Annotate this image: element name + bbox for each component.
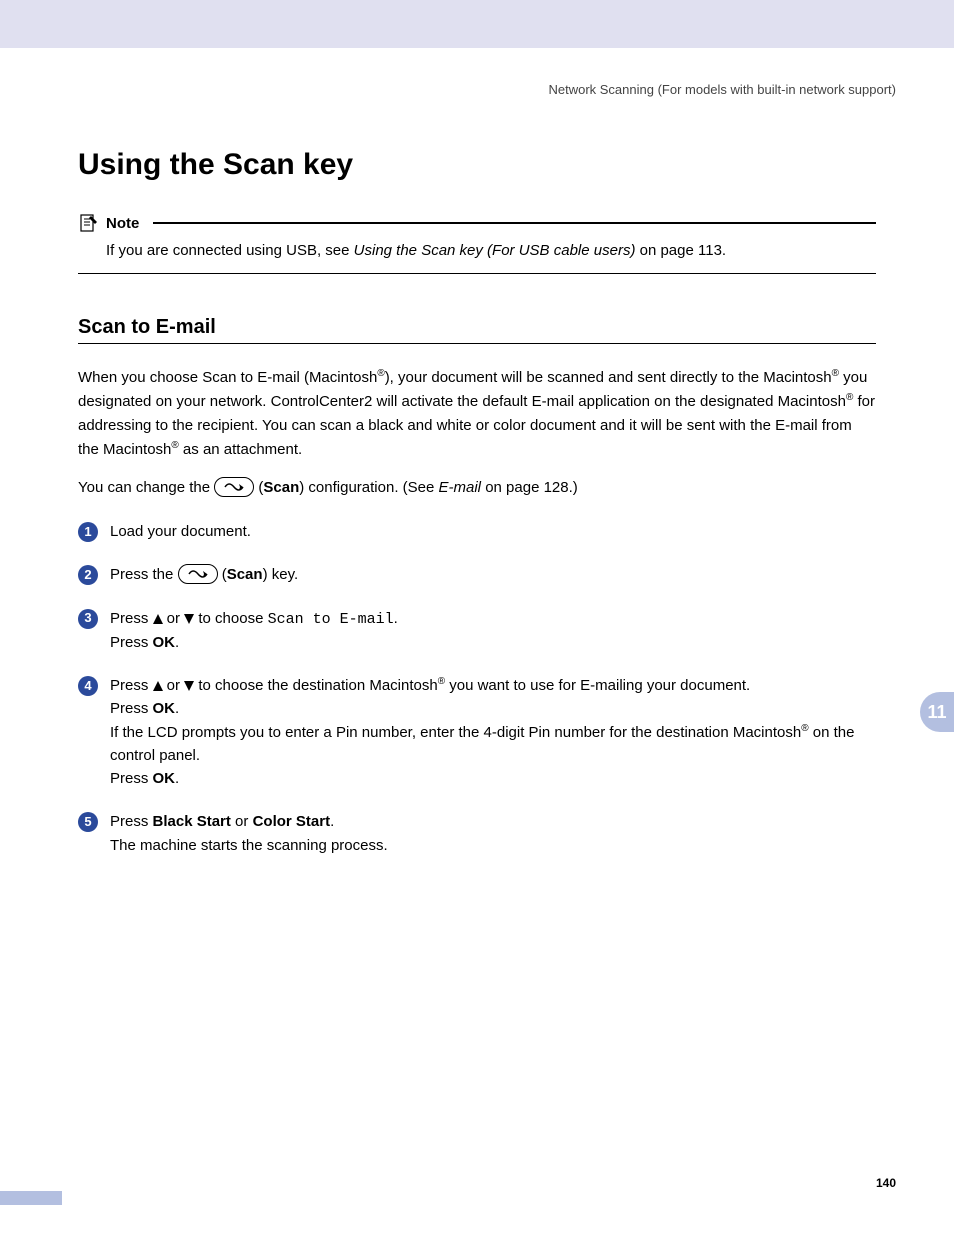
arrow-up-icon <box>153 681 163 691</box>
steps-list: 1 Load your document. 2 Press the (Scan)… <box>78 520 876 857</box>
note-icon <box>78 212 100 234</box>
s4-seg1: Press <box>110 677 153 694</box>
registered-icon: ® <box>377 368 384 379</box>
p1-seg5: as an attachment. <box>179 441 302 458</box>
s4-seg2: or <box>163 677 185 694</box>
step-text: Press or to choose the destination Macin… <box>110 674 876 790</box>
note-text-prefix: If you are connected using USB, see <box>106 242 354 259</box>
scan-key-icon <box>178 564 218 584</box>
s5-line2: The machine starts the scanning process. <box>110 837 388 854</box>
scan-bold: Scan <box>227 566 263 583</box>
s4-line2b: . <box>175 700 179 717</box>
s3-line2a: Press <box>110 634 153 651</box>
arrow-down-icon <box>184 614 194 624</box>
ok-key: OK <box>153 700 176 717</box>
p1-seg1: When you choose Scan to E-mail (Macintos… <box>78 369 377 386</box>
step-number: 4 <box>78 676 98 696</box>
note-link: Using the Scan key (For USB cable users) <box>354 242 636 259</box>
s5-seg3: . <box>330 813 334 830</box>
s3-dot: . <box>394 610 398 627</box>
step-text: Load your document. <box>110 520 876 543</box>
step-number: 5 <box>78 812 98 832</box>
s4-line2a: Press <box>110 700 153 717</box>
email-link: E-mail <box>439 479 482 496</box>
step-text: Press or to choose Scan to E-mail. Press… <box>110 607 876 655</box>
note-text-suffix: on page 113. <box>635 242 726 259</box>
black-start-key: Black Start <box>153 813 231 830</box>
arrow-down-icon <box>184 681 194 691</box>
running-header: Network Scanning (For models with built-… <box>548 82 896 97</box>
step-5: 5 Press Black Start or Color Start. The … <box>78 810 876 857</box>
page-title: Using the Scan key <box>78 148 876 182</box>
s3-line2b: . <box>175 634 179 651</box>
registered-icon: ® <box>438 676 445 687</box>
s2-seg1: Press the <box>110 566 178 583</box>
page-content: Using the Scan key Note If you are conne… <box>0 148 954 857</box>
note-rule <box>153 222 876 224</box>
step-4: 4 Press or to choose the destination Mac… <box>78 674 876 790</box>
step-number: 2 <box>78 565 98 585</box>
top-band <box>0 0 954 48</box>
chapter-tab: 11 <box>920 692 954 732</box>
p1-seg2: ), your document will be scanned and sen… <box>385 369 832 386</box>
note-body: If you are connected using USB, see Usin… <box>106 240 876 261</box>
note-block: Note If you are connected using USB, see… <box>78 212 876 274</box>
scan-key-icon <box>214 477 254 497</box>
color-start-key: Color Start <box>253 813 331 830</box>
step-number: 1 <box>78 522 98 542</box>
p2-seg1: You can change the <box>78 479 214 496</box>
note-head: Note <box>78 212 876 234</box>
arrow-up-icon <box>153 614 163 624</box>
step-text: Press the (Scan) key. <box>110 563 876 586</box>
s3-seg2: or <box>163 610 185 627</box>
ok-key: OK <box>153 634 176 651</box>
page-number: 140 <box>876 1176 896 1190</box>
note-bottom-rule <box>78 273 876 274</box>
footer-accent <box>0 1191 62 1205</box>
s2-seg2: ( <box>218 566 227 583</box>
note-label: Note <box>106 215 139 232</box>
step-text: Press Black Start or Color Start. The ma… <box>110 810 876 857</box>
scan-bold: Scan <box>263 479 299 496</box>
s4-seg4: you want to use for E-mailing your docum… <box>445 677 750 694</box>
s5-seg2: or <box>231 813 253 830</box>
s4-line3a: If the LCD prompts you to enter a Pin nu… <box>110 724 801 741</box>
registered-icon: ® <box>832 368 839 379</box>
registered-icon: ® <box>171 440 178 451</box>
s4-seg3: to choose the destination Macintosh <box>194 677 438 694</box>
p2-seg4: on page 128.) <box>481 479 578 496</box>
s4-line4b: . <box>175 770 179 787</box>
s2-seg3: ) key. <box>263 566 299 583</box>
paragraph-2: You can change the (Scan) configuration.… <box>78 476 876 500</box>
step-2: 2 Press the (Scan) key. <box>78 563 876 586</box>
section-subheading: Scan to E-mail <box>78 316 876 344</box>
ok-key: OK <box>153 770 176 787</box>
registered-icon: ® <box>801 723 808 734</box>
menu-option: Scan to E-mail <box>268 611 394 628</box>
step-number: 3 <box>78 609 98 629</box>
s3-seg3: to choose <box>194 610 267 627</box>
s5-seg1: Press <box>110 813 153 830</box>
p2-seg3: ) configuration. (See <box>299 479 438 496</box>
step-3: 3 Press or to choose Scan to E-mail. Pre… <box>78 607 876 655</box>
step-1: 1 Load your document. <box>78 520 876 543</box>
paragraph-1: When you choose Scan to E-mail (Macintos… <box>78 366 876 462</box>
s4-line4a: Press <box>110 770 153 787</box>
s3-seg1: Press <box>110 610 153 627</box>
